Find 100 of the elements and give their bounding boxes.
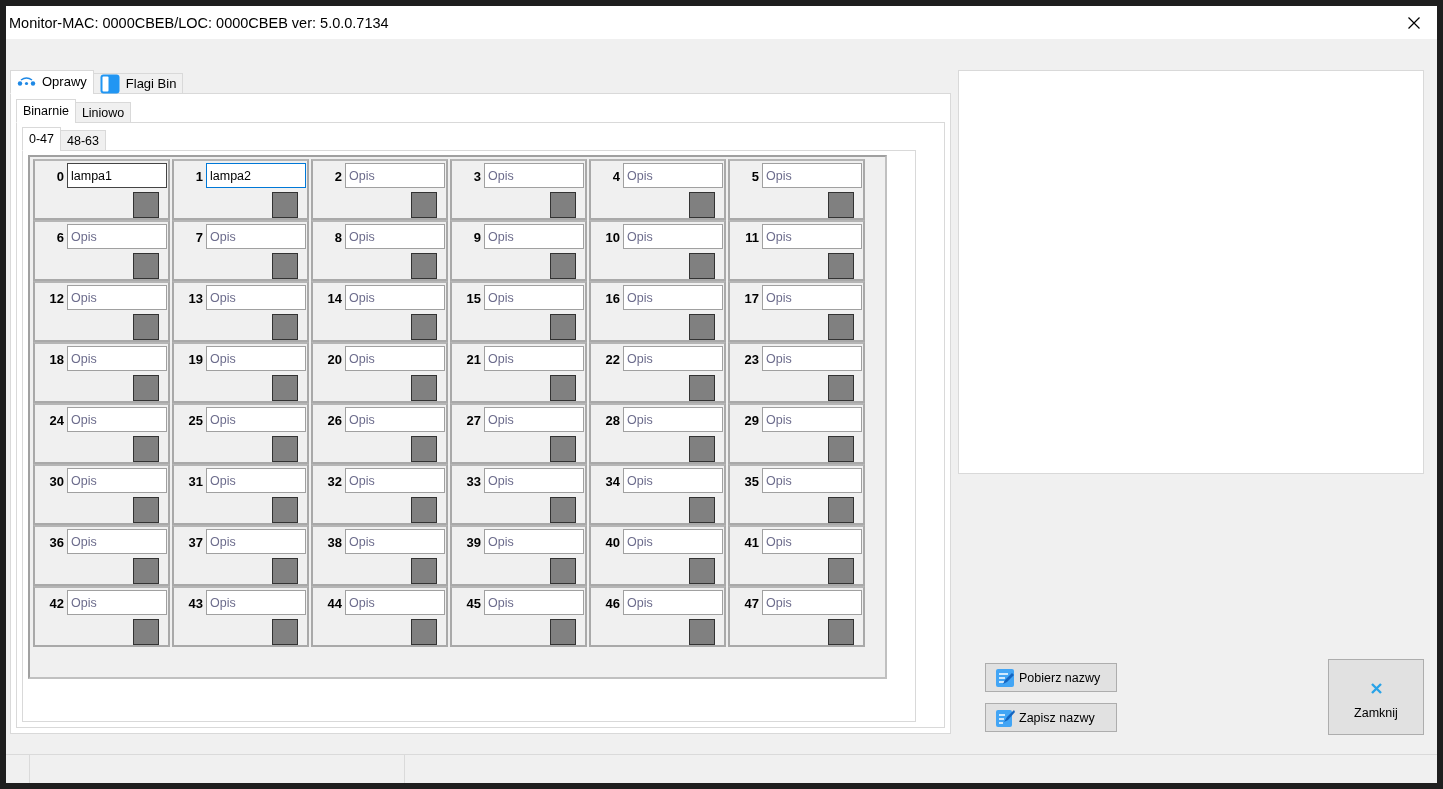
tab[interactable]: Binarnie	[16, 99, 76, 123]
name-field[interactable]: Opis	[762, 285, 862, 310]
status-indicator	[411, 253, 437, 279]
action-button[interactable]: Zapisz nazwy	[985, 703, 1117, 732]
name-field[interactable]: Opis	[623, 590, 723, 615]
cell-number: 33	[465, 473, 482, 489]
cell-number: 26	[326, 412, 343, 428]
name-field[interactable]: Opis	[206, 224, 306, 249]
name-field[interactable]: Opis	[67, 224, 167, 249]
name-field[interactable]: Opis	[345, 407, 445, 432]
status-indicator	[828, 619, 854, 645]
name-field[interactable]: Opis	[345, 224, 445, 249]
cell-number: 38	[326, 534, 343, 550]
close-button[interactable]: Zamknij	[1328, 659, 1424, 735]
edit-list-icon	[995, 667, 1015, 688]
name-field[interactable]: Opis	[623, 407, 723, 432]
status-indicator	[411, 375, 437, 401]
cell-number: 6	[55, 229, 65, 245]
cell-number: 1	[194, 168, 204, 184]
status-indicator	[272, 253, 298, 279]
name-field[interactable]: Opis	[67, 407, 167, 432]
tab[interactable]: 0-47	[22, 127, 62, 151]
status-indicator	[411, 192, 437, 218]
name-field[interactable]: Opis	[206, 407, 306, 432]
status-indicator	[550, 192, 576, 218]
name-field[interactable]: Opis	[762, 468, 862, 493]
name-field[interactable]: Opis	[345, 590, 445, 615]
name-field[interactable]: Opis	[623, 285, 723, 310]
status-indicator	[272, 497, 298, 523]
tab[interactable]: Liniowo	[74, 102, 132, 123]
status-indicator	[133, 375, 159, 401]
cell-number: 35	[743, 473, 760, 489]
cell-number: 36	[48, 534, 65, 550]
status-indicator	[133, 619, 159, 645]
status-indicator	[828, 436, 854, 462]
name-field[interactable]: lampa1	[67, 163, 167, 188]
name-field[interactable]: Opis	[345, 529, 445, 554]
cell-number: 5	[750, 168, 760, 184]
cell-number: 46	[604, 595, 621, 611]
cell-number: 9	[472, 229, 482, 245]
name-field[interactable]: Opis	[623, 529, 723, 554]
name-field[interactable]: Opis	[762, 590, 862, 615]
status-indicator	[133, 497, 159, 523]
name-field[interactable]: Opis	[484, 529, 584, 554]
name-field[interactable]: Opis	[484, 590, 584, 615]
name-field[interactable]: Opis	[623, 346, 723, 371]
name-field[interactable]: lampa2	[206, 163, 306, 188]
name-field[interactable]: Opis	[623, 224, 723, 249]
name-field[interactable]: Opis	[67, 285, 167, 310]
status-indicator	[411, 314, 437, 340]
name-field[interactable]: Opis	[67, 529, 167, 554]
status-indicator	[828, 314, 854, 340]
cell-number: 32	[326, 473, 343, 489]
cell-number: 25	[187, 412, 204, 428]
name-field[interactable]: Opis	[762, 529, 862, 554]
cell-number: 44	[326, 595, 343, 611]
cell-number: 47	[743, 595, 760, 611]
name-field[interactable]: Opis	[762, 346, 862, 371]
name-field[interactable]: Opis	[484, 224, 584, 249]
tab[interactable]: Flagi Bin	[92, 73, 184, 94]
close-icon	[1370, 682, 1382, 694]
status-indicator	[550, 558, 576, 584]
window-title: Monitor-MAC: 0000CBEB/LOC: 0000CBEB ver: 5.0.0.7134	[9, 14, 390, 31]
name-field[interactable]: Opis	[484, 163, 584, 188]
name-field[interactable]: Opis	[345, 285, 445, 310]
status-indicator	[828, 558, 854, 584]
status-indicator	[272, 192, 298, 218]
name-field[interactable]: Opis	[623, 468, 723, 493]
name-field[interactable]: Opis	[623, 163, 723, 188]
name-field[interactable]: Opis	[484, 346, 584, 371]
name-field[interactable]: Opis	[484, 468, 584, 493]
name-field[interactable]: Opis	[206, 590, 306, 615]
name-field[interactable]: Opis	[67, 468, 167, 493]
status-indicator	[272, 558, 298, 584]
cell-number: 31	[187, 473, 204, 489]
status-indicator	[411, 436, 437, 462]
name-field[interactable]: Opis	[67, 346, 167, 371]
name-field[interactable]: Opis	[484, 285, 584, 310]
status-indicator	[550, 436, 576, 462]
name-field[interactable]: Opis	[345, 163, 445, 188]
status-indicator	[689, 253, 715, 279]
name-field[interactable]: Opis	[206, 529, 306, 554]
name-field[interactable]: Opis	[762, 163, 862, 188]
name-field[interactable]: Opis	[762, 224, 862, 249]
name-field[interactable]: Opis	[206, 285, 306, 310]
status-indicator	[689, 558, 715, 584]
name-field[interactable]: Opis	[345, 346, 445, 371]
tab[interactable]: 48-63	[60, 130, 106, 151]
name-field[interactable]: Opis	[67, 590, 167, 615]
name-field[interactable]: Opis	[762, 407, 862, 432]
name-field[interactable]: Opis	[206, 468, 306, 493]
status-indicator	[411, 619, 437, 645]
name-field[interactable]: Opis	[345, 468, 445, 493]
status-indicator	[411, 558, 437, 584]
name-field[interactable]: Opis	[484, 407, 584, 432]
tab[interactable]: Oprawy	[10, 70, 94, 94]
action-button[interactable]: Pobierz nazwy	[985, 663, 1117, 692]
status-indicator	[272, 375, 298, 401]
cell-number: 3	[472, 168, 482, 184]
name-field[interactable]: Opis	[206, 346, 306, 371]
